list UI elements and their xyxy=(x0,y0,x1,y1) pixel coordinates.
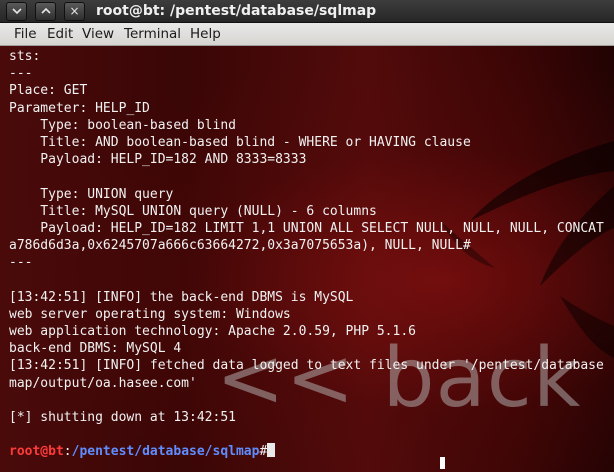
terminal-line: web server operating system: Windows xyxy=(9,306,291,322)
terminal-line: --- xyxy=(9,255,33,271)
command-prompt[interactable]: root@bt:/pentest/database/sqlmap# xyxy=(9,443,614,460)
menu-help[interactable]: Help xyxy=(190,23,221,46)
maximize-button[interactable] xyxy=(35,2,56,21)
terminal-line: a786d6d3a,0x6245707a666c63664272,0x3a707… xyxy=(9,238,471,254)
window-title: root@bt: /pentest/database/sqlmap xyxy=(96,3,377,19)
title-bar[interactable]: × root@bt: /pentest/database/sqlmap xyxy=(0,0,614,23)
prompt-path: /pentest/database/sqlmap xyxy=(71,444,260,460)
terminal-line: Type: UNION query xyxy=(9,186,174,202)
menu-edit[interactable]: Edit xyxy=(47,23,73,46)
terminal-line: --- xyxy=(9,66,33,82)
menu-file[interactable]: File xyxy=(14,23,37,46)
terminal-line: Title: AND boolean-based blind - WHERE o… xyxy=(9,134,471,150)
terminal-line: Type: boolean-based blind xyxy=(9,117,236,133)
terminal-line: [13:42:51] [INFO] the back-end DBMS is M… xyxy=(9,289,354,305)
terminal-line: [13:42:51] [INFO] fetched data logged to… xyxy=(9,358,604,374)
terminal-output[interactable]: << back | track sts: --- Place: GET Para… xyxy=(0,46,614,472)
menu-view[interactable]: View xyxy=(82,23,114,46)
terminal-line: Payload: HELP_ID=182 AND 8333=8333 xyxy=(9,152,307,168)
terminal-line: Parameter: HELP_ID xyxy=(9,100,150,116)
terminal-window: × root@bt: /pentest/database/sqlmap File… xyxy=(0,0,614,472)
prompt-user: root@bt xyxy=(9,444,64,460)
menu-bar: File Edit View Terminal Help xyxy=(0,23,614,46)
chevron-down-icon xyxy=(7,7,26,15)
terminal-line: back-end DBMS: MySQL 4 xyxy=(9,341,182,357)
terminal-line: map/output/oa.hasee.com' xyxy=(9,375,197,391)
menu-terminal[interactable]: Terminal xyxy=(124,23,181,46)
close-icon: × xyxy=(69,4,80,18)
chevron-up-icon xyxy=(36,7,55,15)
text-cursor xyxy=(267,443,276,458)
prompt-symbol: # xyxy=(259,444,268,460)
terminal-line: Place: GET xyxy=(9,83,88,99)
terminal-line: sts: xyxy=(9,49,41,64)
terminal-line: Payload: HELP_ID=182 LIMIT 1,1 UNION ALL… xyxy=(9,220,604,236)
minimize-button[interactable] xyxy=(6,2,27,21)
terminal-line: web application technology: Apache 2.0.5… xyxy=(9,324,416,339)
terminal-line: Title: MySQL UNION query (NULL) - 6 colu… xyxy=(9,203,377,219)
close-button[interactable]: × xyxy=(64,2,85,21)
terminal-line: [*] shutting down at 13:42:51 xyxy=(9,409,236,425)
terminal-lines: sts: --- Place: GET Parameter: HELP_ID T… xyxy=(9,48,614,461)
scroll-indicator xyxy=(440,457,445,469)
prompt-separator: : xyxy=(63,444,72,460)
